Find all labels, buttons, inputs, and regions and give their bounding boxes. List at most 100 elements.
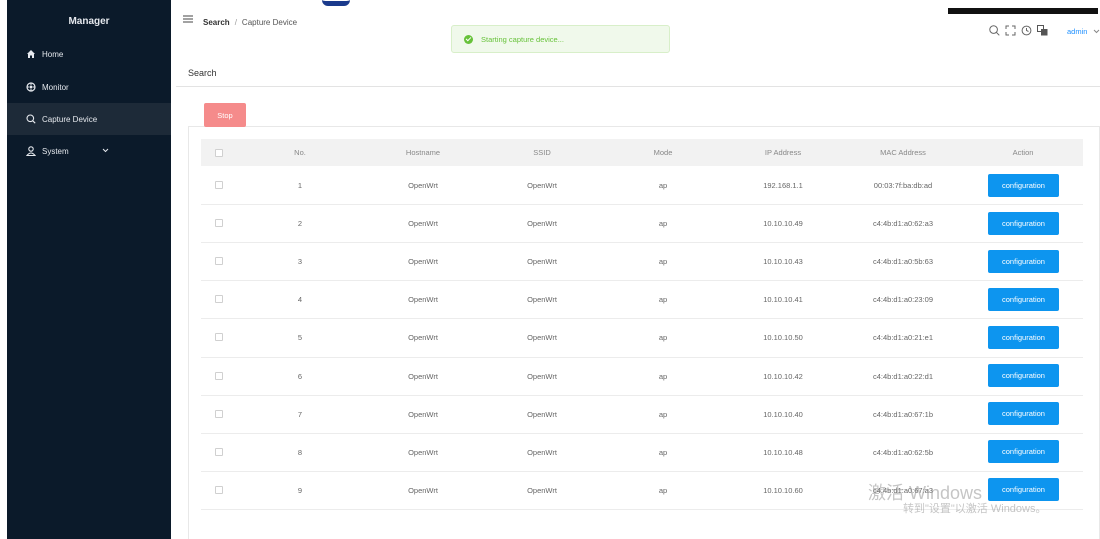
table-row: [201, 204, 1083, 206]
check-circle-icon: [464, 34, 473, 44]
success-toast: Starting capture device...: [451, 25, 670, 53]
cell-mac-address: c4:4b:d1:a0:62:5b: [872, 447, 934, 457]
cell-hostname: OpenWrt: [408, 181, 438, 191]
column-header-no: No.: [294, 148, 306, 157]
row-checkbox[interactable]: [215, 447, 223, 456]
cell-mode: ap: [658, 219, 668, 229]
sidebar-item-system[interactable]: System: [7, 135, 171, 167]
cell-no: 2: [297, 219, 303, 229]
cell-hostname: OpenWrt: [408, 371, 438, 381]
configuration-button[interactable]: configuration: [988, 249, 1059, 273]
cell-ssid: OpenWrt: [527, 219, 557, 229]
configuration-button[interactable]: configuration: [988, 211, 1059, 235]
cell-ip-address: 10.10.10.48: [763, 447, 803, 457]
cell-hostname: OpenWrt: [408, 257, 438, 267]
configuration-button[interactable]: configuration: [988, 287, 1059, 311]
column-header-action: Action: [1012, 148, 1034, 157]
row-checkbox[interactable]: [215, 295, 223, 304]
cell-mac-address: c4:4b:d1:a0:23:09: [872, 295, 934, 305]
translate-icon[interactable]: [1036, 24, 1048, 36]
cell-mac-address: c4:4b:d1:a0:67:1b: [872, 409, 934, 419]
cell-no: 3: [297, 257, 303, 267]
breadcrumb-separator: /: [234, 18, 237, 27]
cell-ssid: OpenWrt: [527, 371, 557, 381]
cell-ssid: OpenWrt: [527, 485, 557, 495]
cell-mac-address: c4:4b:d1:a0:22:d1: [872, 371, 934, 381]
column-header-hostname: Hostname: [405, 148, 441, 157]
fullscreen-icon[interactable]: [1004, 24, 1016, 36]
toast-message: Starting capture device...: [481, 34, 564, 44]
cell-no: 7: [297, 409, 303, 419]
cell-mode: ap: [658, 485, 668, 495]
cell-mac-address: 00:03:7f:ba:db:ad: [873, 181, 933, 191]
table-row: [201, 356, 1083, 358]
cell-mode: ap: [658, 371, 668, 381]
home-icon: [25, 48, 37, 60]
row-checkbox[interactable]: [215, 371, 223, 380]
cell-hostname: OpenWrt: [408, 485, 438, 495]
chevron-down-icon[interactable]: [1093, 27, 1100, 36]
column-header-ip-address: IP Address: [764, 148, 802, 157]
table-row: [201, 470, 1083, 472]
breadcrumb-search[interactable]: Search: [203, 18, 230, 27]
cell-ssid: OpenWrt: [527, 295, 557, 305]
row-checkbox[interactable]: [215, 219, 223, 228]
sidebar-item-label: Monitor: [42, 82, 69, 92]
cell-no: 1: [297, 181, 303, 191]
cell-ssid: OpenWrt: [527, 181, 557, 191]
row-checkbox[interactable]: [215, 181, 223, 190]
divider: [176, 86, 1100, 87]
cell-hostname: OpenWrt: [408, 447, 438, 457]
sidebar-item-label: System: [42, 146, 69, 156]
cell-mode: ap: [658, 447, 668, 457]
row-checkbox[interactable]: [215, 333, 223, 342]
user-icon: [25, 145, 37, 157]
configuration-button[interactable]: configuration: [988, 364, 1059, 388]
breadcrumb: Search / Capture Device: [203, 18, 297, 27]
page-title: Search: [188, 68, 217, 78]
cell-ssid: OpenWrt: [527, 333, 557, 343]
sidebar-item-label: Capture Device: [42, 114, 98, 124]
cell-mac-address: c4:4b:d1:a0:5b:63: [872, 257, 934, 267]
row-checkbox[interactable]: [215, 257, 223, 266]
configuration-button[interactable]: configuration: [988, 440, 1059, 464]
cell-no: 5: [297, 333, 303, 343]
user-menu[interactable]: admin: [1067, 27, 1087, 36]
sidebar-item-monitor[interactable]: Monitor: [7, 71, 171, 103]
cell-ip-address: 10.10.10.60: [763, 485, 803, 495]
cell-no: 6: [297, 371, 303, 381]
cell-ip-address: 10.10.10.40: [763, 409, 803, 419]
table-row: [201, 394, 1083, 396]
monitor-icon: [25, 81, 37, 93]
column-header-ssid: SSID: [533, 148, 551, 157]
header-icons: [988, 24, 1048, 36]
configuration-button[interactable]: configuration: [988, 402, 1059, 426]
cell-mode: ap: [658, 257, 668, 267]
sidebar-item-home[interactable]: Home: [7, 38, 171, 70]
breadcrumb-capture-device: Capture Device: [241, 18, 298, 27]
search-icon: [25, 113, 37, 125]
cell-ssid: OpenWrt: [527, 257, 557, 267]
stop-button[interactable]: Stop: [204, 103, 246, 127]
history-icon[interactable]: [1020, 24, 1032, 36]
cell-mode: ap: [658, 409, 668, 419]
row-checkbox[interactable]: [215, 485, 223, 494]
configuration-button[interactable]: configuration: [988, 173, 1059, 197]
search-icon[interactable]: [988, 24, 1000, 36]
watermark-subtitle: 转到"设置"以激活 Windows。: [903, 503, 1047, 515]
configuration-button[interactable]: configuration: [988, 478, 1059, 502]
configuration-button[interactable]: configuration: [988, 325, 1059, 349]
cell-hostname: OpenWrt: [408, 333, 438, 343]
menu-icon[interactable]: [183, 15, 193, 23]
cell-ip-address: 10.10.10.41: [763, 295, 803, 305]
cell-ip-address: 10.10.10.43: [763, 257, 803, 267]
cell-hostname: OpenWrt: [408, 295, 438, 305]
sidebar-item-capture-device[interactable]: Capture Device: [7, 103, 171, 135]
table-row: [201, 242, 1083, 244]
select-all-checkbox[interactable]: [215, 149, 223, 157]
row-checkbox[interactable]: [215, 409, 223, 418]
cell-ip-address: 192.168.1.1: [763, 181, 803, 191]
cell-mode: ap: [658, 181, 668, 191]
cell-mac-address: c4:4b:d1:a0:62:a3: [872, 219, 934, 229]
cell-mac-address: c4:4b:d1:a0:21:e1: [872, 333, 934, 343]
